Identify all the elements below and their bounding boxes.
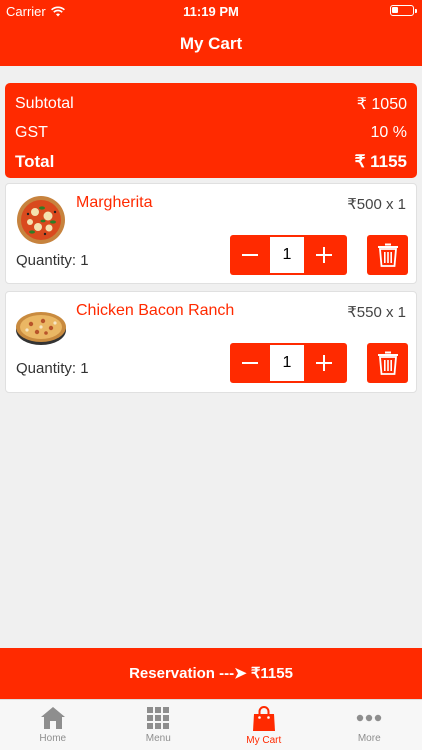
subtotal-value: ₹ 1050 [356,95,407,113]
tab-bar: Home Menu My Cart More [0,699,422,750]
shopping-bag-icon [252,706,275,731]
tab-my-cart[interactable]: My Cart [211,700,317,750]
increase-button[interactable] [304,343,344,383]
status-time: 11:19 PM [183,4,239,19]
page-title: My Cart [0,22,422,66]
cart-summary: Subtotal ₹ 1050 GST 10 % Total ₹ 1155 [5,83,417,178]
trash-icon [377,351,398,375]
tab-menu[interactable]: Menu [106,700,212,750]
tab-label: Home [39,733,67,744]
quantity-input[interactable]: 1 [270,345,304,381]
item-name: Chicken Bacon Ranch [76,302,235,319]
cart-item: Chicken Bacon Ranch ₹550 x 1 Quantity: 1… [5,291,417,393]
total-value: ₹ 1155 [354,151,407,171]
chicken-bacon-ranch-pizza-image [16,312,66,345]
total-label: Total [15,151,55,171]
more-dots-icon [357,714,382,722]
cart-item: Margherita ₹500 x 1 Quantity: 1 1 [5,183,417,284]
total-row: Total ₹ 1155 [15,147,407,176]
tab-label: Menu [145,733,171,744]
grid-icon [147,707,170,729]
home-icon [40,707,65,729]
minus-icon [242,362,258,364]
item-price: ₹550 x 1 [347,304,406,321]
status-bar: Carrier 11:19 PM [0,0,422,22]
increase-button[interactable] [304,235,344,275]
item-name: Margherita [76,194,153,211]
battery-fill [392,7,398,13]
reservation-button[interactable]: Reservation ---➤ ₹1155 [0,648,422,699]
item-price: ₹500 x 1 [347,196,406,213]
plus-icon [316,355,332,371]
tab-more[interactable]: More [317,700,422,750]
tab-label: More [357,733,381,744]
subtotal-label: Subtotal [15,94,74,112]
minus-icon [242,254,258,256]
item-quantity-label: Quantity: 1 [16,252,89,269]
subtotal-row: Subtotal ₹ 1050 [15,89,407,118]
delete-item-button[interactable] [367,343,408,383]
tab-home[interactable]: Home [0,700,106,750]
delete-item-button[interactable] [367,235,408,275]
quantity-stepper: 1 [230,235,347,275]
margherita-pizza-image [17,196,65,244]
tab-label: My Cart [246,735,282,746]
trash-icon [377,243,398,267]
quantity-input[interactable]: 1 [270,237,304,273]
gst-label: GST [15,123,48,141]
decrease-button[interactable] [230,235,270,275]
gst-value: 10 % [370,123,407,141]
item-quantity-label: Quantity: 1 [16,360,89,377]
plus-icon [316,247,332,263]
battery-icon [390,5,417,16]
quantity-stepper: 1 [230,343,347,383]
decrease-button[interactable] [230,343,270,383]
gst-row: GST 10 % [15,118,407,147]
